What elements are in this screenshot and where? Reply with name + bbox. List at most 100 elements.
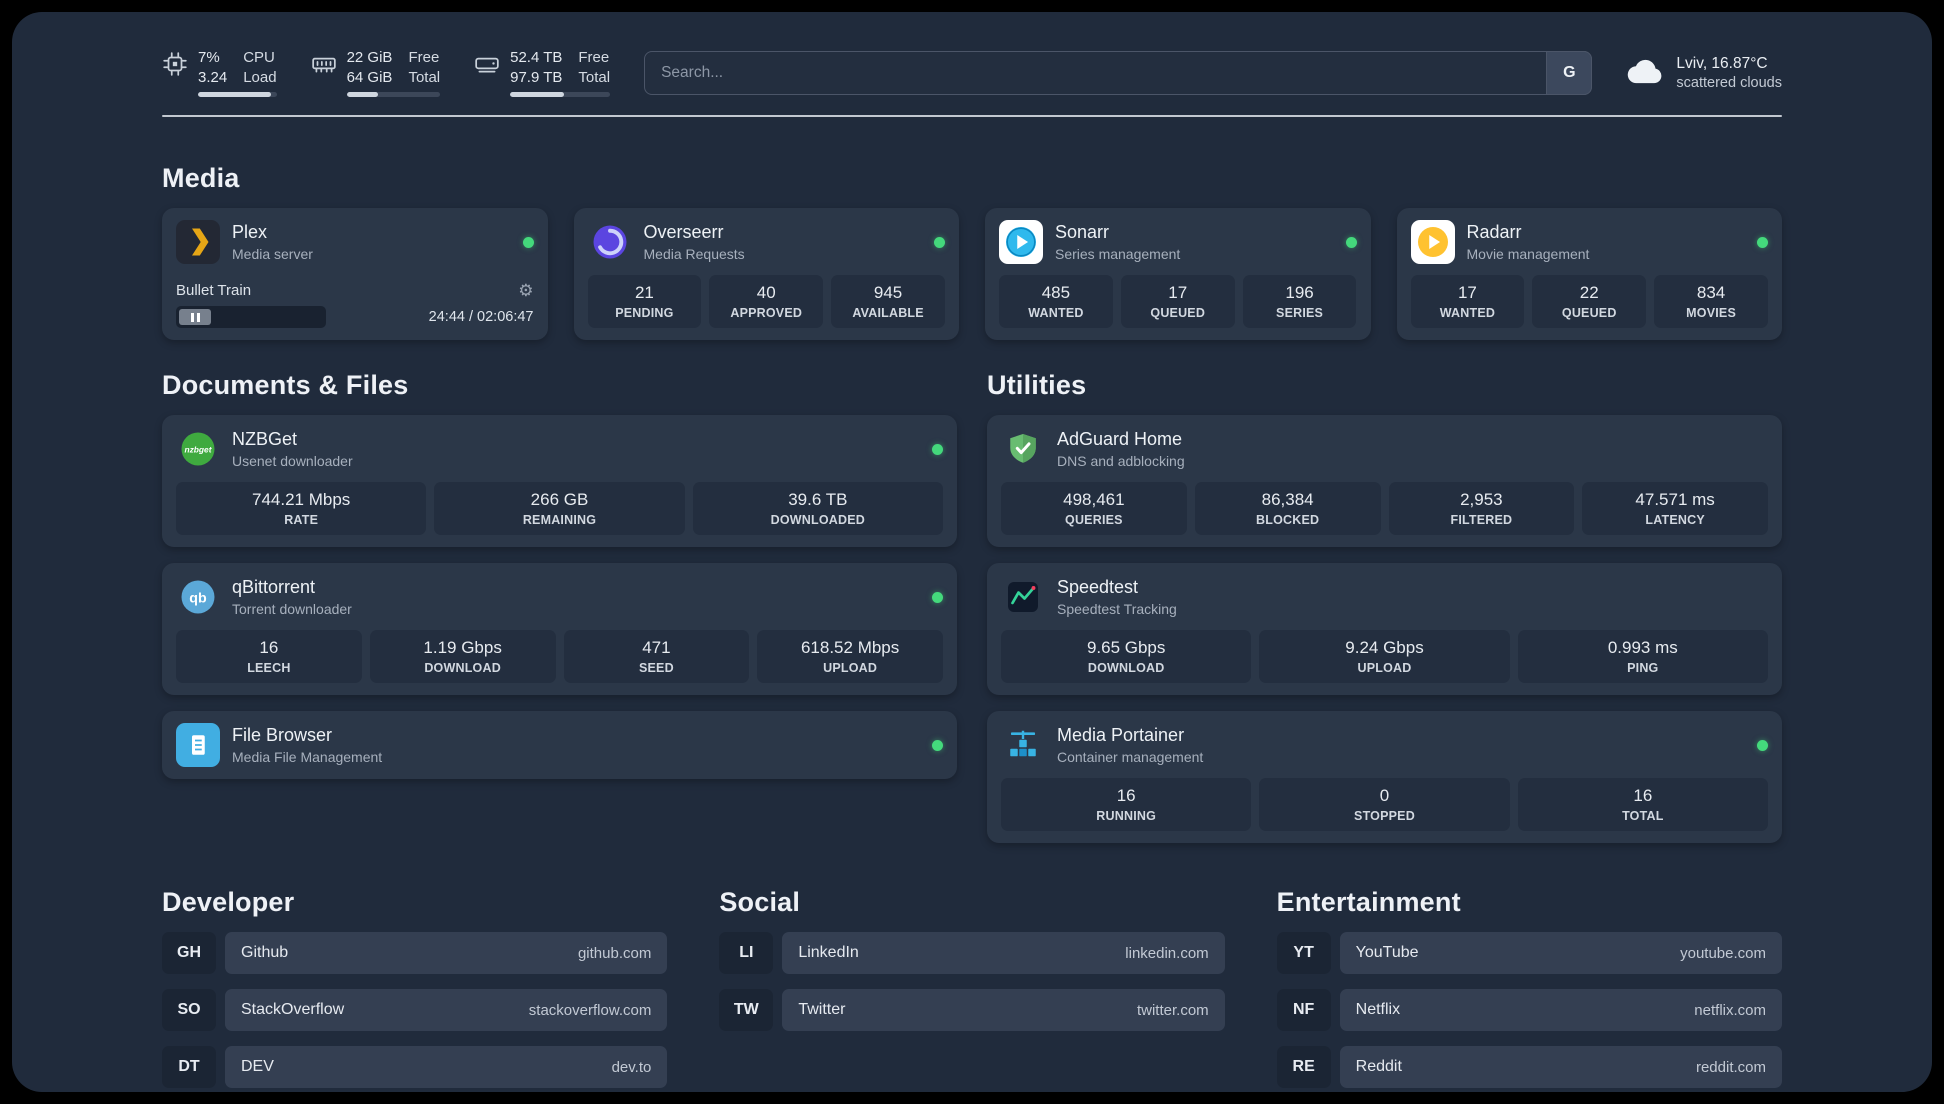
stat-label: UPLOAD <box>823 661 878 675</box>
stat-value: 47.571 ms <box>1635 490 1715 509</box>
app-desc: Usenet downloader <box>232 453 353 469</box>
svg-text:qb: qb <box>189 591 207 607</box>
bookmark-reddit[interactable]: RE Reddit reddit.com <box>1276 1046 1782 1088</box>
stat-tile-latency: 47.571 ms LATENCY <box>1582 482 1768 535</box>
weather-widget: Lviv, 16.87°C scattered clouds <box>1626 55 1782 91</box>
svg-text:nzbget: nzbget <box>185 444 213 454</box>
bookmark-github[interactable]: GH Github github.com <box>162 932 668 974</box>
app-name: Media Portainer <box>1057 725 1185 745</box>
nzbget-icon: nzbget <box>176 427 220 471</box>
bookmark-url: netflix.com <box>1694 1001 1766 1019</box>
app-name: Radarr <box>1466 222 1522 242</box>
bookmark-abbr: GH <box>162 932 216 974</box>
pause-icon[interactable] <box>179 309 211 325</box>
stat-label: PENDING <box>615 306 674 320</box>
bookmark-url: youtube.com <box>1680 944 1766 962</box>
stat-value: 471 <box>642 638 671 657</box>
weather-condition: scattered clouds <box>1676 74 1782 91</box>
stat-tile-upload: 9.24 Gbps UPLOAD <box>1259 630 1510 683</box>
bookmark-name: Reddit <box>1355 1058 1402 1075</box>
stat-value: 39.6 TB <box>788 490 848 509</box>
bookmark-url: reddit.com <box>1695 1058 1766 1076</box>
search-engine-button[interactable]: G <box>1546 50 1593 95</box>
status-dot <box>1345 236 1357 248</box>
stat-tile-series: 196 SERIES <box>1242 275 1357 328</box>
card-plex[interactable]: Plex Media server Bullet Train ⚙ 24:44 /… <box>162 208 548 340</box>
stat-value: 498,461 <box>1063 490 1125 509</box>
stat-tile-wanted: 17 WANTED <box>1410 275 1525 328</box>
card-radarr[interactable]: Radarr Movie management 17 WANTED 22 QUE… <box>1396 208 1782 340</box>
card-portainer[interactable]: Media Portainer Container management 16 … <box>987 711 1782 843</box>
sonarr-icon <box>999 220 1043 264</box>
app-desc: Torrent downloader <box>232 601 352 617</box>
stat-tile-download: 9.65 Gbps DOWNLOAD <box>1001 630 1252 683</box>
disk-label-bottom: Total <box>578 68 611 86</box>
card-filebrowser[interactable]: File Browser Media File Management <box>162 711 957 779</box>
status-dot <box>1757 236 1768 248</box>
bookmark-netflix[interactable]: NF Netflix netflix.com <box>1276 989 1782 1031</box>
card-adguard[interactable]: AdGuard Home DNS and adblocking 498,461 … <box>987 415 1782 547</box>
card-overseerr[interactable]: Overseerr Media Requests 21 PENDING 40 A… <box>573 208 959 340</box>
cpu-widget: 7% 3.24 CPU Load <box>162 48 277 97</box>
overseerr-icon <box>588 220 632 264</box>
stat-value: 40 <box>756 283 776 302</box>
stat-tile-running: 16 RUNNING <box>1001 778 1252 831</box>
bookmark-dev[interactable]: DT DEV dev.to <box>162 1046 668 1088</box>
bookmark-linkedin[interactable]: LI LinkedIn linkedin.com <box>719 932 1225 974</box>
stat-label: QUERIES <box>1065 513 1123 527</box>
app-desc: Movie management <box>1466 246 1590 262</box>
stat-value: 618.52 Mbps <box>800 638 900 657</box>
stat-value: 196 <box>1285 283 1314 302</box>
stat-label: WANTED <box>1028 306 1084 320</box>
bookmark-stackoverflow[interactable]: SO StackOverflow stackoverflow.com <box>162 989 668 1031</box>
stat-tile-blocked: 86,384 BLOCKED <box>1194 482 1381 535</box>
card-nzbget[interactable]: nzbget NZBGet Usenet downloader 744.21 M… <box>162 415 957 547</box>
bookmark-name: Github <box>241 944 289 961</box>
gear-icon[interactable]: ⚙ <box>518 282 533 299</box>
bookmark-name: DEV <box>241 1058 274 1075</box>
card-speedtest[interactable]: Speedtest Speedtest Tracking 9.65 Gbps D… <box>987 563 1782 695</box>
cpu-percent: 7% <box>198 49 220 66</box>
entertainment-section-title: Entertainment <box>1276 887 1461 917</box>
app-desc: Media server <box>232 246 313 262</box>
cloud-icon <box>1626 55 1664 90</box>
stat-tile-queued: 17 QUEUED <box>1120 275 1235 328</box>
card-sonarr[interactable]: Sonarr Series management 485 WANTED 17 Q… <box>985 208 1371 340</box>
stat-tile-leech: 16 LEECH <box>176 630 362 683</box>
memory-total: 64 GiB <box>346 68 393 86</box>
stat-value: 9.65 Gbps <box>1086 638 1166 657</box>
bookmark-twitter[interactable]: TW Twitter twitter.com <box>719 989 1225 1031</box>
app-name: NZBGet <box>232 429 298 449</box>
utilities-section-title: Utilities <box>987 370 1087 400</box>
search-input[interactable] <box>644 50 1593 95</box>
playback-progress-bar[interactable] <box>176 306 327 328</box>
bookmark-abbr: RE <box>1276 1046 1331 1088</box>
app-name: Speedtest <box>1057 577 1139 597</box>
bookmark-url: stackoverflow.com <box>528 1001 652 1019</box>
app-desc: Container management <box>1057 749 1204 765</box>
bookmark-url: linkedin.com <box>1125 944 1209 962</box>
stat-value: 1.19 Gbps <box>423 638 502 657</box>
stat-value: 22 <box>1579 283 1599 302</box>
stat-tile-downloaded: 39.6 TB DOWNLOADED <box>692 482 943 535</box>
disk-icon <box>474 48 500 82</box>
stat-value: 0.993 ms <box>1607 638 1678 657</box>
stat-label: SERIES <box>1276 306 1324 320</box>
bookmark-youtube[interactable]: YT YouTube youtube.com <box>1276 932 1782 974</box>
stat-label: QUEUED <box>1150 306 1206 320</box>
card-qbittorrent[interactable]: qb qBittorrent Torrent downloader 16 LEE… <box>162 563 957 695</box>
stat-tile-available: 945 AVAILABLE <box>831 275 945 328</box>
memory-widget: 22 GiB 64 GiB Free Total <box>311 48 441 97</box>
stat-tile-download: 1.19 Gbps DOWNLOAD <box>369 630 556 683</box>
stat-value: 0 <box>1379 786 1390 805</box>
stat-value: 485 <box>1041 283 1071 302</box>
disk-label-top: Free <box>578 49 610 66</box>
stat-tile-approved: 40 APPROVED <box>709 275 824 328</box>
stat-label: RUNNING <box>1096 809 1157 823</box>
weather-location: Lviv, 16.87°C <box>1676 54 1768 72</box>
app-name: Plex <box>232 222 268 242</box>
stat-value: 945 <box>873 283 903 302</box>
stat-value: 744.21 Mbps <box>252 490 351 509</box>
status-dot <box>934 236 945 248</box>
bookmark-name: StackOverflow <box>241 1001 345 1018</box>
